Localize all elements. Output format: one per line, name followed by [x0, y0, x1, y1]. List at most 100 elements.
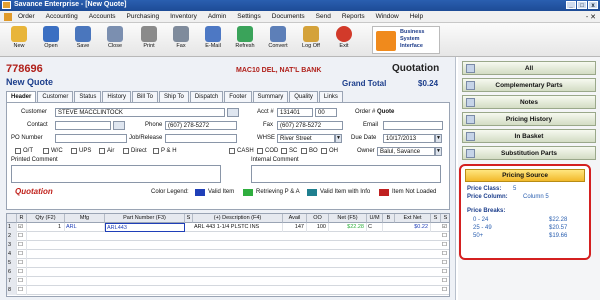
grid-header-avail[interactable]: Avail: [283, 214, 307, 223]
menu-accounts[interactable]: Accounts: [89, 13, 116, 20]
printed-comment-field[interactable]: [11, 165, 221, 183]
convert-button[interactable]: Convert: [263, 25, 293, 55]
new-button[interactable]: New: [4, 25, 34, 55]
row-r-checkbox[interactable]: ☐: [17, 250, 27, 259]
row-qty[interactable]: 1: [27, 223, 65, 232]
due-date-picker-icon[interactable]: ▼: [435, 134, 442, 143]
table-row[interactable]: 5 ☐ ☐: [7, 259, 449, 268]
whse-dropdown-icon[interactable]: ▼: [335, 134, 342, 143]
side-button-notes[interactable]: Notes: [462, 95, 596, 109]
phone-field[interactable]: (607) 278-5272: [165, 121, 237, 130]
menu-order[interactable]: Order: [18, 13, 35, 20]
cash-checkbox[interactable]: [229, 148, 235, 154]
open-button[interactable]: Open: [36, 25, 66, 55]
close-button[interactable]: Close: [100, 25, 130, 55]
menu-accounting[interactable]: Accounting: [46, 13, 78, 20]
menu-reports[interactable]: Reports: [342, 13, 365, 20]
owner-select[interactable]: Balul, Savance: [377, 147, 435, 156]
customer-lookup-button[interactable]: [227, 108, 239, 117]
tab-customer[interactable]: Customer: [37, 91, 74, 102]
tab-header[interactable]: Header: [6, 91, 37, 102]
tab-dispatch[interactable]: Dispatch: [189, 91, 224, 102]
grid-header-ext-net[interactable]: Ext Net: [395, 214, 431, 223]
tab-quality[interactable]: Quality: [289, 91, 318, 102]
ups-checkbox[interactable]: [71, 148, 77, 154]
table-row[interactable]: 2 ☐ ☐: [7, 232, 449, 241]
row-r-checkbox[interactable]: ☐: [17, 259, 27, 268]
table-row[interactable]: 6 ☐ ☐: [7, 268, 449, 277]
table-row[interactable]: 3 ☐ ☐: [7, 241, 449, 250]
table-row[interactable]: 7 ☐ ☐: [7, 277, 449, 286]
close-window-button[interactable]: x: [588, 1, 598, 9]
row-um[interactable]: C: [367, 223, 383, 232]
maximize-button[interactable]: □: [577, 1, 587, 9]
email-field[interactable]: [383, 121, 443, 130]
mdi-window-controls[interactable]: - ✕: [586, 13, 596, 21]
contact-field[interactable]: [55, 121, 111, 130]
menu-help[interactable]: Help: [410, 13, 423, 20]
due-date-field[interactable]: 10/17/2013: [383, 134, 435, 143]
print-button[interactable]: Print: [134, 25, 164, 55]
tab-footer[interactable]: Footer: [224, 91, 252, 102]
tab-history[interactable]: History: [102, 91, 132, 102]
side-button-pricing-history[interactable]: Pricing History: [462, 112, 596, 126]
side-button-in-basket[interactable]: In Basket: [462, 129, 596, 143]
direct-checkbox[interactable]: [123, 148, 129, 154]
row-r-checkbox[interactable]: ☐: [17, 277, 27, 286]
fax-field[interactable]: (607) 278-5272: [277, 121, 343, 130]
tab-links[interactable]: Links: [318, 91, 343, 102]
side-button-substitution-parts[interactable]: Substitution Parts: [462, 146, 596, 160]
row-s-checkbox[interactable]: ☐: [441, 259, 449, 268]
refresh-button[interactable]: Refresh: [230, 25, 260, 55]
row-s-checkbox[interactable]: ☐: [441, 241, 449, 250]
menu-purchasing[interactable]: Purchasing: [127, 13, 160, 20]
owner-dropdown-icon[interactable]: ▼: [435, 147, 442, 156]
oh-checkbox[interactable]: [321, 148, 327, 154]
row-s-checkbox[interactable]: ☐: [441, 286, 449, 295]
whse-select[interactable]: River Street: [277, 134, 335, 143]
email-button[interactable]: E-Mail: [198, 25, 228, 55]
row-r-checkbox[interactable]: ☐: [17, 286, 27, 295]
row-r-checkbox[interactable]: ☐: [17, 241, 27, 250]
menu-settings[interactable]: Settings: [237, 13, 261, 20]
tab-status[interactable]: Status: [74, 91, 102, 102]
row-part-number[interactable]: ARL443: [105, 223, 185, 232]
sc-checkbox[interactable]: [281, 148, 287, 154]
menu-documents[interactable]: Documents: [272, 13, 305, 20]
acct-field[interactable]: 131401: [277, 108, 313, 117]
grid-header-um[interactable]: U/M: [367, 214, 383, 223]
table-row[interactable]: 1 ☑ 1 ARL ARL443 ARL 443 1-1/4 PLSTC INS…: [7, 223, 449, 232]
grid-header-net[interactable]: Net (F5): [329, 214, 367, 223]
cod-checkbox[interactable]: [257, 148, 263, 154]
menu-app-icon[interactable]: [4, 12, 12, 21]
grid-header-description[interactable]: (+) Description (F4): [193, 214, 283, 223]
internal-comment-field[interactable]: [251, 165, 441, 183]
table-row[interactable]: 4 ☐ ☐: [7, 250, 449, 259]
fax-button[interactable]: Fax: [166, 25, 196, 55]
po-number-field[interactable]: [55, 134, 127, 143]
contact-lookup-button[interactable]: [113, 121, 125, 130]
bo-checkbox[interactable]: [301, 148, 307, 154]
grid-header-s2[interactable]: S: [431, 214, 441, 223]
acct-sub-field[interactable]: 00: [315, 108, 337, 117]
ph-checkbox[interactable]: [153, 148, 159, 154]
row-s-checkbox[interactable]: ☐: [441, 268, 449, 277]
job-release-field[interactable]: [165, 134, 237, 143]
menu-send[interactable]: Send: [316, 13, 331, 20]
grid-header-mfg[interactable]: Mfg: [65, 214, 105, 223]
menu-window[interactable]: Window: [376, 13, 399, 20]
tab-summary[interactable]: Summary: [252, 91, 289, 102]
exit-button[interactable]: Exit: [329, 25, 359, 55]
grid-header-part-number[interactable]: Part Number (F3): [105, 214, 185, 223]
row-mfg[interactable]: ARL: [65, 223, 105, 232]
row-s-checkbox[interactable]: ☐: [441, 232, 449, 241]
ot-checkbox[interactable]: [15, 148, 21, 154]
wc-checkbox[interactable]: [43, 148, 49, 154]
grid-header-s1[interactable]: S: [185, 214, 193, 223]
menu-inventory[interactable]: Inventory: [170, 13, 197, 20]
grid-header-qty[interactable]: Qty (F2): [27, 214, 65, 223]
grid-header-r[interactable]: R: [17, 214, 27, 223]
minimize-button[interactable]: _: [566, 1, 576, 9]
row-s-checkbox[interactable]: ☐: [441, 250, 449, 259]
row-r-checkbox[interactable]: ☐: [17, 232, 27, 241]
